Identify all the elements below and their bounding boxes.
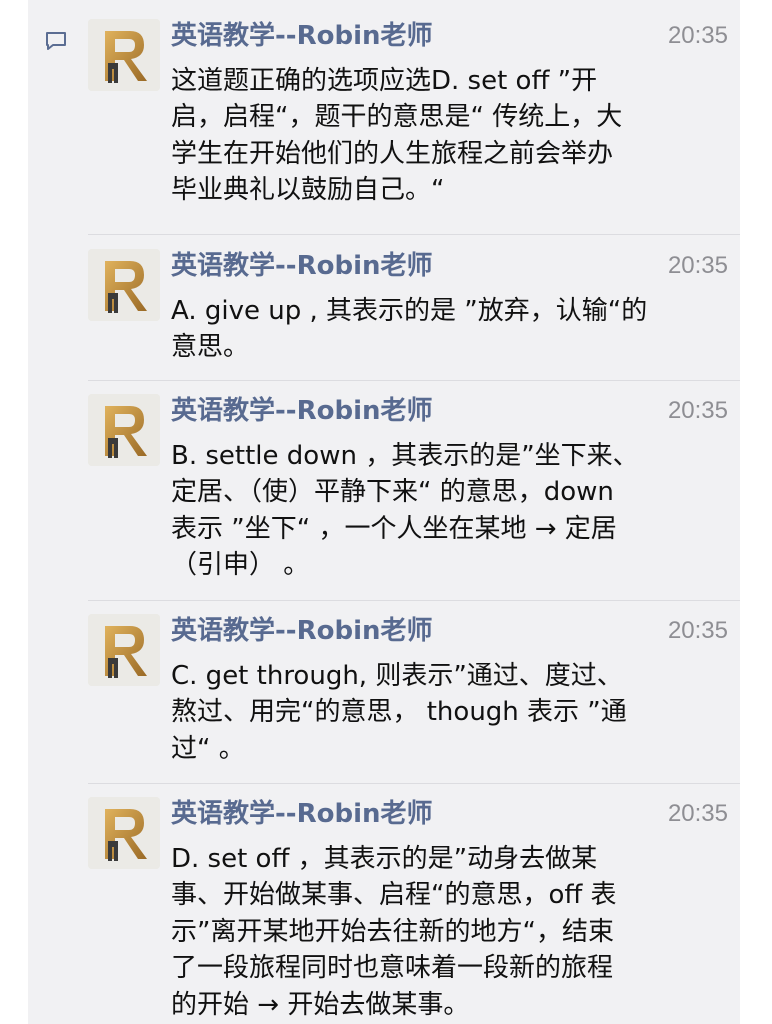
message-text: C. get through, 则表示”通过、度过、 熬过、用完“的意思， tho… (171, 658, 731, 767)
message-text: A. give up , 其表示的是 ”放弃，认输“的 意思。 (171, 293, 731, 366)
message-text: 这道题正确的选项应选D. set off ”开 启，启程“，题干的意思是“ 传统上… (171, 63, 731, 209)
message-text-line: 了一段旅程同时也意味着一段新的旅程 (171, 953, 614, 984)
message-text-line: 定居、（使）平静下来“ 的意思，down (171, 477, 614, 508)
message-item[interactable]: 英语教学--Robin老师 20:35 C. get through, 则表示”通过… (88, 614, 728, 767)
message-item[interactable]: 英语教学--Robin老师 20:35 D. set off ，其表示的是”动身去做… (88, 797, 728, 1023)
message-text-line: D. set off ，其表示的是”动身去做某 (171, 844, 598, 874)
sender-name[interactable]: 英语教学--Robin老师 (171, 19, 433, 53)
message-text: B. settle down ，其表示的是”坐下来、 定居、（使）平静下来“ 的意… (171, 438, 731, 584)
message-text: D. set off ，其表示的是”动身去做某 事、开始做某事、启程“的意思，of… (171, 841, 731, 1023)
robin-logo-avatar-icon[interactable] (88, 614, 160, 686)
message-text-line: 这道题正确的选项应选D. set off ”开 (171, 66, 598, 96)
message-text-line: 示”离开某地开始去往新的地方“，结束 (171, 916, 614, 947)
message-time: 20:35 (667, 800, 728, 827)
robin-logo-avatar-icon[interactable] (88, 249, 160, 321)
message-time: 20:35 (667, 252, 728, 279)
sender-name[interactable]: 英语教学--Robin老师 (171, 797, 433, 831)
message-text-line: B. settle down ，其表示的是”坐下来、 (171, 441, 639, 471)
message-text-line: 的开始 → 开始去做某事。 (171, 989, 470, 1020)
message-text-line: 启，启程“，题干的意思是“ 传统上，大 (171, 102, 623, 133)
sender-name[interactable]: 英语教学--Robin老师 (171, 249, 433, 283)
message-text-line: A. give up , 其表示的是 ”放弃，认输“的 (171, 296, 648, 326)
comment-icon[interactable] (43, 28, 69, 54)
message-text-line: 熬过、用完“的意思， though 表示 ”通 (171, 697, 627, 728)
message-text-line: 过“ 。 (171, 733, 245, 764)
message-text-line: 学生在开始他们的人生旅程之前会举办 (171, 138, 614, 169)
message-item[interactable]: 英语教学--Robin老师 20:35 A. give up , 其表示的是 ”放弃… (88, 249, 728, 366)
message-text-line: （引申） 。 (171, 550, 310, 581)
message-text-line: 事、开始做某事、启程“的意思，off 表 (171, 880, 617, 911)
message-text-line: C. get through, 则表示”通过、度过、 (171, 661, 623, 691)
message-item[interactable]: 英语教学--Robin老师 20:35 这道题正确的选项应选D. set off ”… (88, 19, 728, 209)
robin-logo-avatar-icon[interactable] (88, 394, 160, 466)
message-item[interactable]: 英语教学--Robin老师 20:35 B. settle down ，其表示的是”… (88, 394, 728, 584)
message-time: 20:35 (667, 22, 728, 49)
message-time: 20:35 (667, 617, 728, 644)
robin-logo-avatar-icon[interactable] (88, 797, 160, 869)
message-separator (88, 380, 740, 381)
message-text-line: 意思。 (171, 332, 250, 363)
message-text-line: 毕业典礼以鼓励自己。“ (171, 175, 445, 206)
sender-name[interactable]: 英语教学--Robin老师 (171, 614, 433, 648)
message-text-line: 表示 ”坐下“ ，一个人坐在某地 → 定居 (171, 513, 617, 544)
message-separator (88, 600, 740, 601)
message-time: 20:35 (667, 397, 728, 424)
robin-logo-avatar-icon[interactable] (88, 19, 160, 91)
message-separator (88, 234, 740, 235)
sender-name[interactable]: 英语教学--Robin老师 (171, 394, 433, 428)
message-separator (88, 783, 740, 784)
